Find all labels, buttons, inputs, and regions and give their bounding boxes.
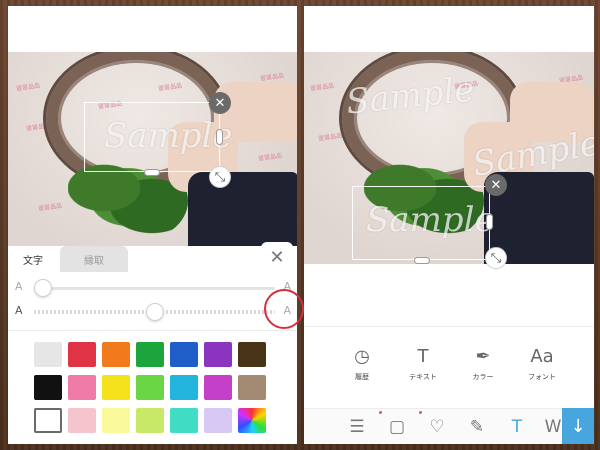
- tab-outline[interactable]: 縁取: [60, 246, 128, 272]
- size-slider-track[interactable]: [34, 287, 275, 290]
- tool-font[interactable]: Aa フォント: [514, 346, 570, 382]
- download-button[interactable]: ↓: [562, 408, 594, 444]
- main-toolbar: ↓ ☰ ▢ ♡ ✎ T W: [304, 408, 594, 444]
- color-swatch[interactable]: [170, 342, 198, 367]
- color-swatch[interactable]: [68, 375, 96, 400]
- color-swatch[interactable]: [102, 375, 130, 400]
- delete-text-button[interactable]: ✕: [485, 174, 507, 196]
- resize-handle-bottom[interactable]: [414, 257, 430, 264]
- photo-canvas[interactable]: 冒冒品品 冒冒品品 冒冒品品 冒冒品品 冒冒品品 Sample Sample S…: [304, 52, 594, 264]
- photo-canvas[interactable]: 冒冒品品 冒冒品品 冒冒品品 冒冒品品 冒冒品品 冒冒品品 冒冒品品 冒冒品品 …: [8, 52, 297, 260]
- resize-handle-bottom[interactable]: [144, 169, 160, 176]
- tool-label: テキスト: [409, 373, 437, 381]
- tab-text[interactable]: 文字: [8, 246, 58, 272]
- slider-min-label: A: [15, 304, 23, 317]
- slider-min-label: A: [15, 280, 23, 293]
- notification-dot: [419, 411, 422, 414]
- watermark-stamp: 冒冒品品: [15, 82, 41, 93]
- custom-color-swatch[interactable]: [238, 408, 266, 433]
- opacity-slider-row: A A: [8, 302, 297, 322]
- watermark-stamp: 冒冒品品: [317, 132, 343, 143]
- edit-tools-bar: ◷ 履歴 T テキスト ✒ カラー Aa フォント: [304, 346, 594, 396]
- rotate-scale-button[interactable]: ⤡: [209, 166, 231, 188]
- color-swatch[interactable]: [204, 408, 232, 433]
- left-screen: 冒冒品品 冒冒品品 冒冒品品 冒冒品品 冒冒品品 冒冒品品 冒冒品品 冒冒品品 …: [8, 6, 297, 444]
- color-swatch[interactable]: [136, 342, 164, 367]
- tool-eyedropper[interactable]: ✒ カラー: [455, 346, 511, 382]
- watermark-stamp: 冒冒品品: [259, 72, 285, 83]
- tool-text[interactable]: T テキスト: [395, 346, 451, 382]
- color-swatch[interactable]: [136, 408, 164, 433]
- highlight-circle: [264, 289, 304, 329]
- resize-handle-side[interactable]: [216, 129, 223, 145]
- resize-handle-side[interactable]: [486, 214, 493, 230]
- color-swatch[interactable]: [34, 375, 62, 400]
- color-swatch[interactable]: [34, 342, 62, 367]
- clock-icon: ◷: [354, 346, 370, 367]
- divider: [8, 330, 297, 331]
- download-icon: ↓: [570, 415, 586, 437]
- color-swatch[interactable]: [68, 408, 96, 433]
- text-icon: T: [417, 346, 429, 367]
- color-swatch[interactable]: [102, 408, 130, 433]
- color-swatch[interactable]: [238, 375, 266, 400]
- frame-icon[interactable]: ▢: [386, 417, 408, 437]
- watermark-stamp: 冒冒品品: [257, 152, 283, 163]
- divider: [304, 326, 594, 327]
- tool-label: フォント: [528, 373, 556, 381]
- close-icon: ✕: [214, 95, 226, 111]
- close-icon: ✕: [490, 177, 502, 193]
- text-tool-icon[interactable]: T: [506, 417, 528, 437]
- tool-label: カラー: [472, 373, 494, 381]
- color-swatch[interactable]: [170, 375, 198, 400]
- close-icon: ✕: [269, 246, 285, 268]
- delete-text-button[interactable]: ✕: [209, 92, 231, 114]
- color-swatch[interactable]: [204, 342, 232, 367]
- opacity-slider-knob[interactable]: [145, 303, 164, 321]
- tab-text-label: 文字: [23, 255, 43, 267]
- adjust-icon[interactable]: ☰: [346, 417, 368, 437]
- tool-clock[interactable]: ◷ 履歴: [334, 346, 390, 382]
- resize-arrows-icon: ⤡: [490, 250, 502, 266]
- brush-icon[interactable]: ✎: [466, 417, 488, 437]
- color-swatch-selected[interactable]: [34, 408, 62, 433]
- size-slider-row: A A: [8, 278, 297, 298]
- eyedropper-icon: ✒: [475, 346, 491, 367]
- panel-tabs: 縁取 文字 ✕: [8, 242, 297, 272]
- heart-icon[interactable]: ♡: [426, 417, 448, 437]
- sample-text-3[interactable]: Sample: [366, 200, 495, 240]
- color-swatch[interactable]: [170, 408, 198, 433]
- tool-label: 履歴: [355, 373, 369, 381]
- color-swatch[interactable]: [204, 375, 232, 400]
- color-swatch[interactable]: [102, 342, 130, 367]
- color-swatch[interactable]: [68, 342, 96, 367]
- close-panel-button[interactable]: ✕: [261, 242, 293, 272]
- sample-text[interactable]: Sample: [104, 116, 233, 156]
- tab-outline-label: 縁取: [84, 255, 104, 267]
- watermark-stamp: 冒冒品品: [309, 82, 335, 93]
- watermark-stamp: 冒冒品品: [37, 202, 63, 213]
- size-slider-knob[interactable]: [34, 279, 52, 297]
- color-swatch[interactable]: [238, 342, 266, 367]
- right-screen: 冒冒品品 冒冒品品 冒冒品品 冒冒品品 冒冒品品 Sample Sample S…: [304, 6, 594, 444]
- notification-dot: [379, 411, 382, 414]
- rotate-scale-button[interactable]: ⤡: [485, 247, 507, 269]
- color-swatch[interactable]: [136, 375, 164, 400]
- resize-arrows-icon: ⤡: [214, 169, 226, 185]
- w-tool-icon[interactable]: W: [542, 417, 564, 437]
- font-icon: Aa: [530, 346, 554, 367]
